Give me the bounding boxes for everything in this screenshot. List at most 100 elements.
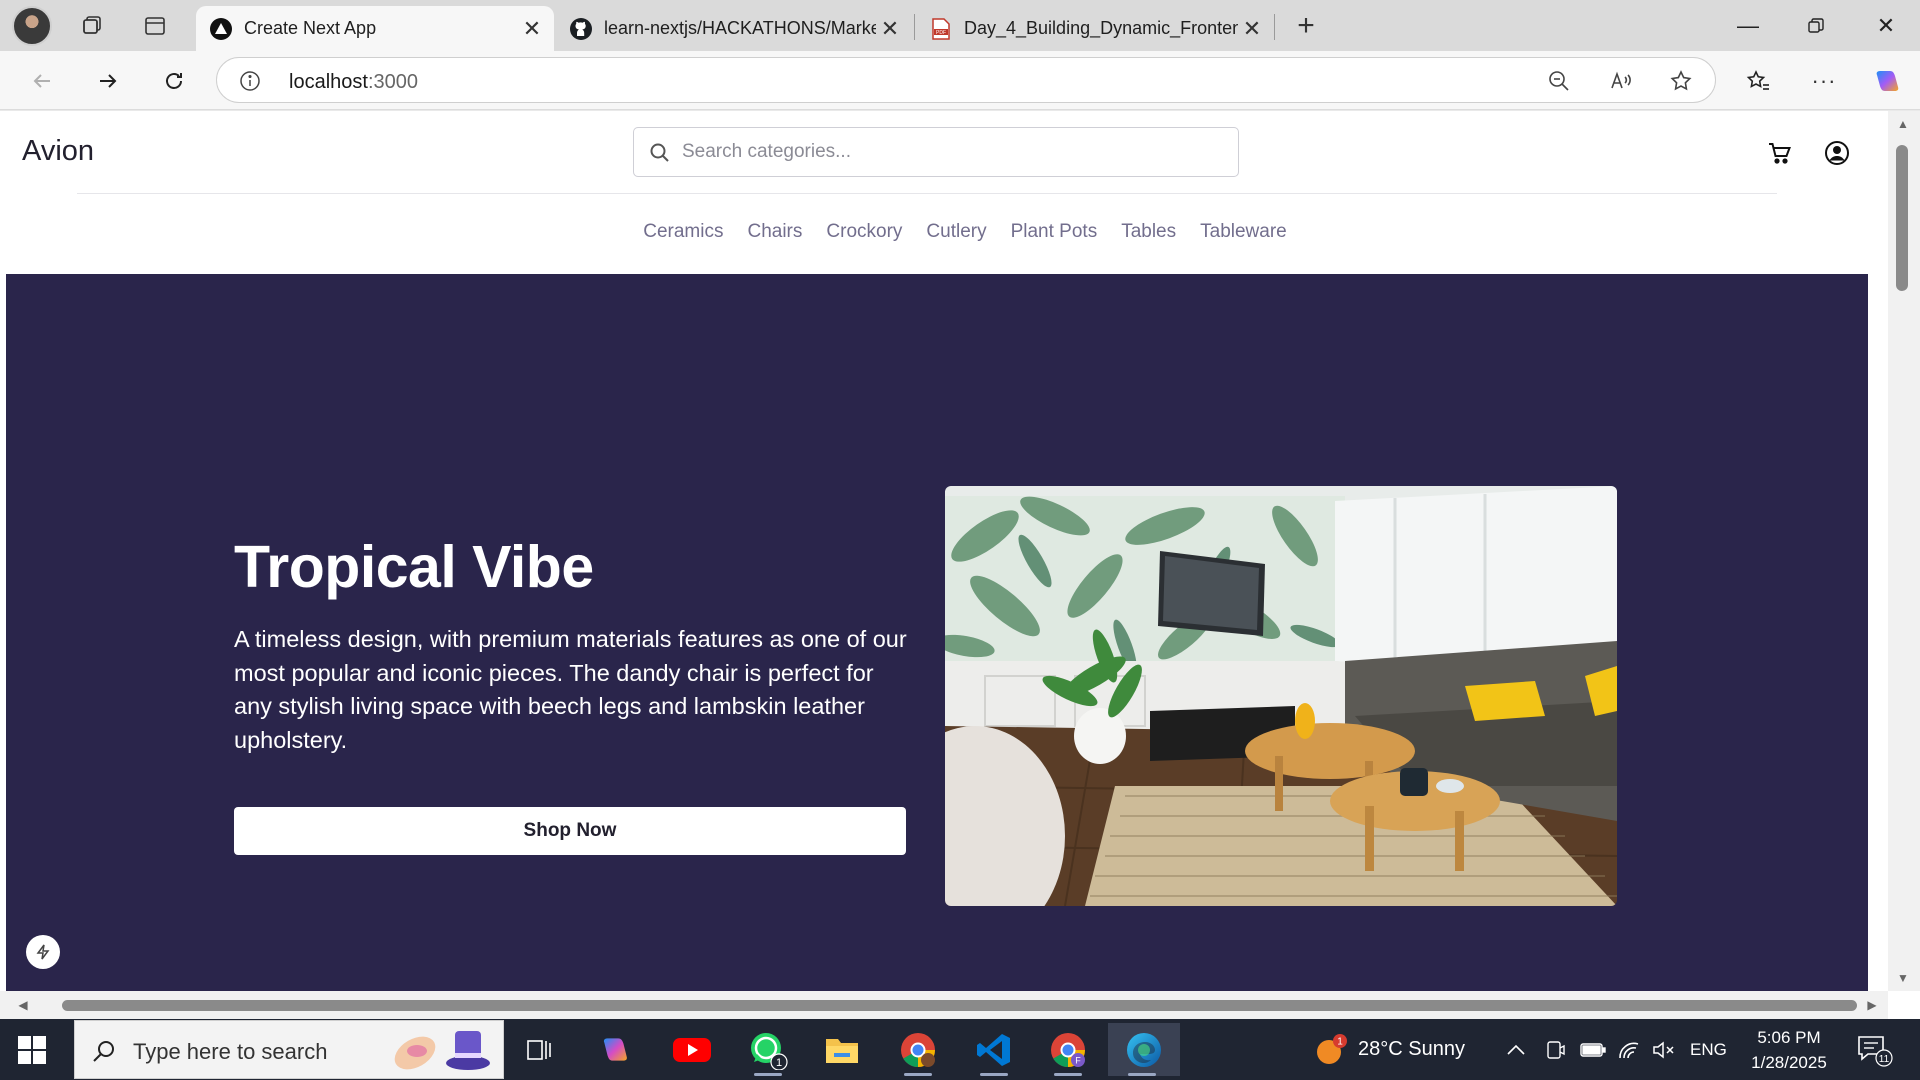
github-favicon-icon <box>570 17 592 40</box>
weather-widget[interactable]: 1 28°C Sunny <box>1314 1019 1465 1080</box>
settings-more-icon[interactable]: ··· <box>1804 62 1844 100</box>
svg-text:F: F <box>1075 1055 1081 1065</box>
tab-close-icon[interactable]: ✕ <box>876 15 904 43</box>
notification-center-icon[interactable]: 11 <box>1856 1019 1894 1080</box>
tab-create-next-app[interactable]: Create Next App ✕ <box>196 6 554 51</box>
site-info-icon[interactable] <box>235 66 265 96</box>
taskbar-search-text: Type here to search <box>133 1039 328 1064</box>
category-link-plant-pots[interactable]: Plant Pots <box>1011 221 1098 243</box>
read-aloud-icon[interactable] <box>1606 66 1636 96</box>
pdf-favicon-icon: PDF <box>930 17 952 40</box>
weather-sun-icon: 1 <box>1317 1033 1347 1064</box>
close-window-icon[interactable]: ✕ <box>1854 0 1918 51</box>
user-account-icon[interactable] <box>1821 137 1853 169</box>
site-header: Avion Ceramics Chairs Crockory Cutlery P… <box>6 111 1868 274</box>
refresh-icon[interactable] <box>154 62 194 100</box>
tab-separator <box>1274 14 1275 40</box>
category-link-crockory[interactable]: Crockory <box>826 221 902 243</box>
tab-separator <box>914 14 915 40</box>
hero-description: A timeless design, with premium material… <box>234 626 907 753</box>
horizontal-scrollbar[interactable]: ◀ ▶ <box>0 991 1888 1019</box>
nextjs-favicon-icon <box>210 17 232 40</box>
scroll-down-icon[interactable]: ▼ <box>1896 971 1910 985</box>
task-view-icon[interactable] <box>506 1023 574 1076</box>
category-link-tableware[interactable]: Tableware <box>1200 221 1287 243</box>
header-divider <box>77 193 1777 194</box>
category-link-ceramics[interactable]: Ceramics <box>643 221 723 243</box>
clock-time: 5:06 PM <box>1757 1028 1821 1047</box>
youtube-app-icon[interactable] <box>658 1023 726 1076</box>
volume-muted-icon[interactable] <box>1652 1019 1676 1080</box>
vertical-scrollbar[interactable]: ▲ ▼ <box>1888 111 1920 991</box>
category-search-box[interactable] <box>633 127 1239 177</box>
category-link-chairs[interactable]: Chairs <box>747 221 802 243</box>
weather-badge: 1 <box>1337 1036 1343 1047</box>
copilot-icon[interactable] <box>1868 62 1908 100</box>
category-nav: Ceramics Chairs Crockory Cutlery Plant P… <box>6 221 1868 243</box>
restore-icon[interactable] <box>1784 0 1848 51</box>
tab-title: learn-nextjs/HACKATHONS/Marke <box>604 18 876 38</box>
browser-viewport: Avion Ceramics Chairs Crockory Cutlery P… <box>0 111 1920 1019</box>
system-clock[interactable]: 5:06 PM 1/28/2025 <box>1734 1025 1844 1075</box>
taskbar-search-box[interactable]: Type here to search <box>74 1020 504 1079</box>
tab-close-icon[interactable]: ✕ <box>1238 15 1266 43</box>
tab-close-icon[interactable]: ✕ <box>518 15 546 43</box>
edge-app-icon[interactable] <box>1108 1023 1180 1076</box>
horizontal-scroll-thumb[interactable] <box>62 1000 1857 1011</box>
weather-text: 28°C Sunny <box>1358 1038 1465 1060</box>
zoom-out-icon[interactable] <box>1544 66 1574 96</box>
hero-living-room-image <box>945 486 1617 906</box>
scroll-up-icon[interactable]: ▲ <box>1896 117 1910 131</box>
cart-icon[interactable] <box>1764 137 1796 169</box>
svg-text:PDF: PDF <box>936 30 946 36</box>
language-indicator[interactable]: ENG <box>1690 1019 1727 1080</box>
url-port: :3000 <box>367 71 418 93</box>
vertical-scroll-thumb[interactable] <box>1896 145 1908 291</box>
notification-count: 11 <box>1879 1054 1890 1065</box>
browser-tab-strip: Create Next App ✕ learn-nextjs/HACKATHON… <box>0 0 1920 51</box>
search-input[interactable] <box>682 128 1222 176</box>
windows-taskbar: Type here to search 1 F 1 28°C Sunny ENG… <box>0 1019 1920 1080</box>
address-bar[interactable]: localhost:3000 <box>216 57 1716 103</box>
profile-avatar[interactable] <box>12 6 52 46</box>
search-highlight-illustration-icon <box>394 1031 490 1070</box>
hero-title: Tropical Vibe <box>234 534 594 600</box>
vscode-app-icon[interactable] <box>960 1023 1028 1076</box>
scroll-left-icon[interactable]: ◀ <box>16 998 30 1012</box>
copilot-app-icon[interactable] <box>582 1023 650 1076</box>
tab-github[interactable]: learn-nextjs/HACKATHONS/Marke ✕ <box>556 6 912 51</box>
web-page: Avion Ceramics Chairs Crockory Cutlery P… <box>6 111 1868 991</box>
new-tab-icon[interactable]: + <box>1288 8 1324 44</box>
battery-icon[interactable] <box>1580 1019 1606 1080</box>
url-text: localhost:3000 <box>289 71 418 94</box>
tab-pdf[interactable]: PDF Day_4_Building_Dynamic_Fronten ✕ <box>916 6 1274 51</box>
file-explorer-icon[interactable] <box>808 1023 876 1076</box>
app-running-indicator <box>754 1073 782 1076</box>
category-link-cutlery[interactable]: Cutlery <box>926 221 986 243</box>
tab-title: Create Next App <box>244 18 377 38</box>
windows-start-icon[interactable] <box>18 1036 46 1064</box>
category-link-tables[interactable]: Tables <box>1121 221 1176 243</box>
chrome-profile-app-icon[interactable]: F <box>1034 1023 1102 1076</box>
tab-title: Day_4_Building_Dynamic_Fronten <box>964 18 1238 38</box>
show-hidden-icons-icon[interactable] <box>1506 1019 1526 1080</box>
back-icon[interactable] <box>22 62 62 100</box>
forward-icon[interactable] <box>88 62 128 100</box>
whatsapp-app-icon[interactable]: 1 <box>734 1023 802 1076</box>
scroll-right-icon[interactable]: ▶ <box>1865 998 1879 1012</box>
meet-now-icon[interactable] <box>1544 1019 1566 1080</box>
shop-now-button[interactable]: Shop Now <box>234 807 906 855</box>
hero-section: Tropical Vibe A timeless design, with pr… <box>6 274 1868 991</box>
chrome-app-icon[interactable] <box>884 1023 952 1076</box>
site-logo[interactable]: Avion <box>22 135 94 168</box>
app-running-indicator <box>1128 1073 1156 1076</box>
whatsapp-badge: 1 <box>776 1057 782 1069</box>
app-running-indicator <box>904 1073 932 1076</box>
wifi-icon[interactable] <box>1618 1019 1642 1080</box>
workspaces-icon[interactable] <box>74 8 110 44</box>
favorites-icon[interactable] <box>1738 62 1778 100</box>
favorite-star-icon[interactable] <box>1666 66 1696 96</box>
minimize-icon[interactable]: — <box>1716 0 1780 51</box>
vertical-tabs-icon[interactable] <box>137 8 173 44</box>
nextjs-dev-indicator-icon[interactable] <box>26 935 60 969</box>
